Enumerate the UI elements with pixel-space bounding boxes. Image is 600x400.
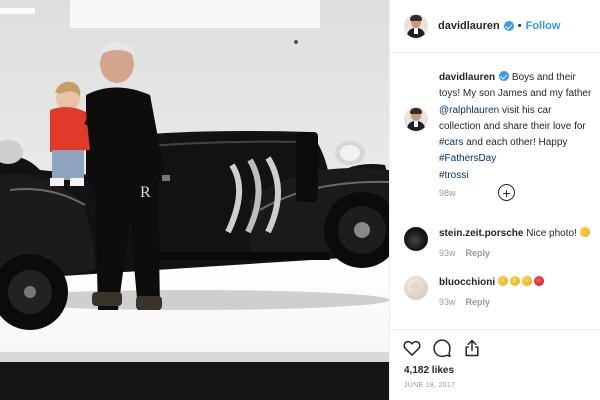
rose-emoji-icon: [533, 276, 544, 286]
comment-body: Nice photo!: [523, 228, 580, 239]
comment-item: bluocchioni 93w Reply: [404, 276, 599, 307]
comment-item: stein.zeit.porsche Nice photo! 93w Reply: [404, 227, 599, 258]
comment-meta: 93w Reply: [439, 297, 599, 307]
caption-avatar[interactable]: [404, 107, 428, 131]
plus-circle-icon: +: [502, 184, 511, 201]
comment-meta: 93w Reply: [439, 248, 599, 258]
reply-button[interactable]: Reply: [466, 297, 491, 307]
commenter-avatar[interactable]: [404, 276, 428, 300]
hashtag-cars[interactable]: #cars: [439, 137, 463, 148]
reply-button[interactable]: Reply: [466, 248, 491, 258]
likes-count[interactable]: 4,182 likes: [404, 365, 454, 376]
header-separator: •: [517, 20, 522, 32]
clap-emoji-icon: [497, 276, 508, 286]
share-icon[interactable]: [462, 338, 482, 358]
comment-text: stein.zeit.porsche Nice photo!: [439, 227, 599, 241]
heart-icon[interactable]: [402, 338, 422, 358]
post-actions: 4,182 likes JUNE 18, 2017: [390, 329, 600, 400]
commenter-username[interactable]: bluocchioni: [439, 277, 495, 288]
caption-timestamp[interactable]: 98w: [439, 188, 594, 198]
commenter-username[interactable]: stein.zeit.porsche: [439, 228, 523, 239]
comment-timestamp[interactable]: 93w: [439, 297, 456, 307]
caption-part-3: and each other! Happy: [463, 137, 568, 149]
comment-icon[interactable]: [432, 338, 452, 358]
action-icons: [402, 338, 482, 358]
clap-emoji-icon: [579, 227, 590, 237]
verified-icon: [503, 21, 514, 31]
post-side-panel: davidlauren • Follow davidlauren Boys an…: [389, 0, 600, 400]
hashtag-fathersday[interactable]: #FathersDay: [439, 153, 496, 164]
post-caption: davidlauren Boys and their toys! My son …: [404, 70, 594, 198]
comment-text: bluocchioni: [439, 276, 599, 290]
svg-text:R: R: [140, 184, 151, 201]
post-image-art: R: [0, 0, 389, 400]
post-header: davidlauren • Follow: [390, 0, 600, 53]
clap-emoji-icon: [509, 276, 520, 286]
caption-text: davidlauren Boys and their toys! My son …: [439, 70, 594, 184]
commenter-avatar[interactable]: [404, 227, 428, 251]
author-avatar[interactable]: [404, 14, 428, 38]
verified-icon: [499, 71, 510, 81]
hashtag-trossi[interactable]: #trossi: [439, 170, 468, 181]
clap-emoji-icon: [521, 276, 532, 286]
mention-link[interactable]: @ralphlauren: [439, 105, 499, 116]
follow-button[interactable]: Follow: [526, 20, 561, 32]
post-photo[interactable]: R: [0, 0, 389, 400]
author-username[interactable]: davidlauren: [438, 20, 500, 32]
post-date[interactable]: JUNE 18, 2017: [404, 382, 455, 389]
comment-timestamp[interactable]: 93w: [439, 248, 456, 258]
caption-username[interactable]: davidlauren: [439, 72, 495, 83]
load-more-comments-button[interactable]: +: [498, 184, 515, 201]
